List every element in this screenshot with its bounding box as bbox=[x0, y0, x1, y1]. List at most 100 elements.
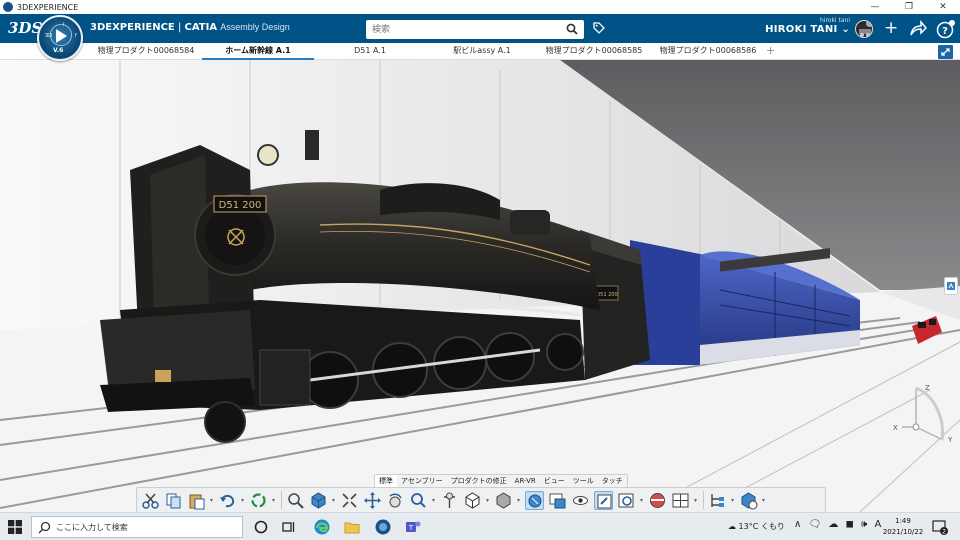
task-view-icon[interactable] bbox=[280, 518, 298, 536]
expand-icon[interactable] bbox=[938, 45, 953, 59]
clock-time: 1:49 bbox=[895, 517, 911, 525]
tab-product-modify[interactable]: プロダクトの修正 bbox=[447, 475, 511, 487]
chevron-down-icon[interactable]: ▾ bbox=[517, 497, 522, 504]
tab-standard[interactable]: 標準 bbox=[375, 475, 397, 487]
undo-icon[interactable] bbox=[218, 491, 237, 510]
render-style-icon[interactable] bbox=[463, 491, 482, 510]
tab-d51[interactable]: D51 A.1 bbox=[314, 43, 426, 60]
tab-tools[interactable]: ツール bbox=[569, 475, 598, 487]
help-icon[interactable]: ? bbox=[936, 19, 956, 39]
refresh-icon[interactable] bbox=[594, 490, 613, 510]
search-box[interactable] bbox=[366, 20, 584, 39]
update-icon[interactable] bbox=[249, 491, 268, 510]
chevron-down-icon[interactable]: ▾ bbox=[731, 497, 736, 504]
tab-station-building-assy[interactable]: 駅ビルassy A.1 bbox=[426, 43, 538, 60]
rotate-icon[interactable] bbox=[363, 491, 382, 510]
swap-visible-icon[interactable] bbox=[571, 491, 590, 510]
compass-quadrant-3d[interactable]: 3D bbox=[45, 33, 52, 39]
file-explorer-icon[interactable] bbox=[343, 518, 361, 536]
search-icon[interactable] bbox=[566, 23, 578, 35]
notification-dot bbox=[866, 21, 872, 27]
fit-all-icon[interactable] bbox=[309, 491, 328, 510]
play-icon[interactable] bbox=[56, 29, 67, 43]
windows-start-icon[interactable] bbox=[8, 520, 22, 534]
notification-count: 2 bbox=[942, 529, 946, 536]
insert-product-icon[interactable] bbox=[739, 491, 758, 510]
svg-text:T: T bbox=[408, 524, 414, 532]
pan-icon[interactable] bbox=[340, 491, 359, 510]
hide-show-icon[interactable] bbox=[548, 491, 567, 510]
tag-icon[interactable] bbox=[592, 21, 606, 35]
close-button[interactable]: ✕ bbox=[926, 0, 960, 14]
chevron-down-icon[interactable]: ▾ bbox=[640, 497, 645, 504]
notification-center-icon[interactable]: 2 bbox=[932, 519, 948, 535]
tab-home-shinkansen[interactable]: ホーム新幹線 A.1 bbox=[202, 43, 314, 60]
weather-widget[interactable]: ☁ 13°C くもり bbox=[728, 521, 785, 532]
zoom-icon[interactable] bbox=[386, 491, 405, 510]
brand-separator: | bbox=[174, 22, 185, 33]
layout-icon[interactable] bbox=[648, 491, 667, 510]
user-menu[interactable]: hiroki tani HIROKI TANI ⌄ bbox=[765, 17, 850, 35]
brand-app-name: Assembly Design bbox=[220, 22, 290, 32]
user-name: HIROKI TANI bbox=[765, 24, 838, 35]
add-icon[interactable]: + bbox=[884, 19, 898, 37]
3dexperience-taskbar-icon[interactable] bbox=[374, 518, 392, 536]
search-input[interactable] bbox=[366, 20, 556, 39]
tab-physical-product-68585[interactable]: 物理プロダクト00068585 bbox=[538, 43, 650, 60]
compass-quadrant-social[interactable]: f bbox=[75, 33, 77, 39]
brand-product: CATIA bbox=[184, 22, 218, 33]
tab-view[interactable]: ビュー bbox=[540, 475, 569, 487]
app-brand: 3DEXPERIENCE | CATIA Assembly Design bbox=[90, 22, 290, 33]
edge-icon[interactable] bbox=[313, 518, 331, 536]
chevron-down-icon[interactable]: ▾ bbox=[486, 497, 491, 504]
chevron-down-icon[interactable]: ▾ bbox=[694, 497, 699, 504]
paste-icon[interactable] bbox=[187, 491, 206, 510]
chevron-down-icon[interactable]: ▾ bbox=[432, 497, 437, 504]
window-title: 3DEXPERIENCE bbox=[17, 2, 79, 12]
avatar[interactable] bbox=[855, 20, 873, 38]
capture-icon[interactable] bbox=[525, 490, 544, 510]
app-logo-icon bbox=[3, 2, 13, 12]
chevron-down-icon[interactable]: ▾ bbox=[210, 497, 215, 504]
axis-z-label: Z bbox=[925, 384, 930, 392]
normal-view-icon[interactable] bbox=[409, 491, 428, 510]
3d-viewport[interactable]: D51 200 D51 200 Z X Y bbox=[0, 60, 960, 512]
chevron-down-icon[interactable]: ▾ bbox=[272, 497, 277, 504]
app-header: 3DS 3DEXPERIENCE | CATIA Assembly Design… bbox=[0, 14, 960, 43]
tray-icons[interactable]: ∧ 🗨 ☁ ◼ 🕪 A bbox=[794, 519, 883, 530]
add-tab-button[interactable]: + bbox=[766, 43, 775, 58]
teams-icon[interactable]: T bbox=[404, 518, 422, 536]
zoom-area-icon[interactable] bbox=[286, 491, 305, 510]
split-view-icon[interactable] bbox=[671, 491, 690, 510]
maximize-button[interactable]: ❐ bbox=[892, 0, 926, 14]
tab-physical-product-68586[interactable]: 物理プロダクト00068586 bbox=[650, 43, 766, 60]
tab-physical-product-68584[interactable]: 物理プロダクト00068584 bbox=[90, 43, 202, 60]
compass-widget[interactable]: 3D i f V.6 bbox=[37, 15, 83, 61]
minimize-button[interactable]: — bbox=[858, 0, 892, 14]
compass-version: V.6 bbox=[53, 47, 64, 54]
svg-text:?: ? bbox=[942, 26, 948, 37]
shading-icon[interactable] bbox=[494, 491, 513, 510]
chevron-down-icon[interactable]: ▾ bbox=[241, 497, 246, 504]
tab-touch[interactable]: タッチ bbox=[598, 475, 627, 487]
os-taskbar: ここに入力して検索 T ☁ 13°C くもり ∧ 🗨 ☁ ◼ 🕪 A 1:49 … bbox=[0, 512, 960, 540]
cortana-icon[interactable] bbox=[252, 518, 270, 536]
material-icon[interactable] bbox=[617, 491, 636, 510]
share-icon[interactable] bbox=[909, 20, 927, 37]
copy-icon[interactable] bbox=[164, 491, 183, 510]
iso-view-icon[interactable] bbox=[440, 491, 459, 510]
chevron-down-icon[interactable]: ▾ bbox=[332, 497, 337, 504]
document-tabs: 物理プロダクト00068584 ホーム新幹線 A.1 D51 A.1 駅ビルas… bbox=[0, 43, 960, 60]
search-icon bbox=[38, 521, 51, 534]
side-panel-icon[interactable] bbox=[944, 277, 958, 295]
tab-assembly[interactable]: アセンブリー bbox=[397, 475, 447, 487]
cut-icon[interactable] bbox=[141, 491, 160, 510]
clock[interactable]: 1:49 2021/10/22 bbox=[880, 516, 926, 538]
taskbar-search-box[interactable]: ここに入力して検索 bbox=[31, 516, 243, 538]
tree-icon[interactable] bbox=[708, 491, 727, 510]
chevron-down-icon: ⌄ bbox=[841, 24, 850, 35]
tab-ar-vr[interactable]: AR-VR bbox=[511, 475, 540, 487]
cab-number-plate: D51 200 bbox=[596, 292, 617, 298]
compass-quadrant-info[interactable]: i bbox=[63, 22, 64, 28]
chevron-down-icon[interactable]: ▾ bbox=[762, 497, 767, 504]
